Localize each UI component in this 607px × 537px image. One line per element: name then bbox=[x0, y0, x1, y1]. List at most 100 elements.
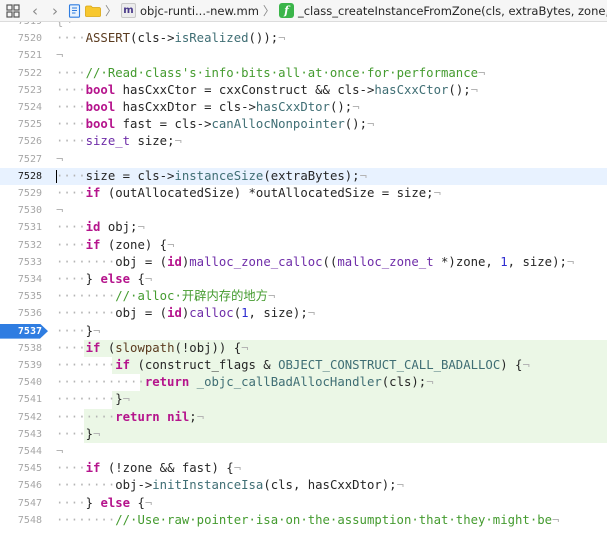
line-number[interactable]: 7535 bbox=[0, 288, 44, 305]
code-line[interactable]: 7540 ············return _objc_callBadAllo… bbox=[0, 374, 607, 392]
code-token: (); bbox=[329, 100, 353, 114]
code-line[interactable]: 7529 ····if (outAllocatedSize) *outAlloca… bbox=[0, 185, 607, 202]
line-number[interactable]: 7541 bbox=[0, 391, 44, 408]
source-editor[interactable]: 7519{¬7520····ASSERT(cls->isRealized());… bbox=[0, 22, 607, 537]
code-token: isRealized bbox=[174, 31, 249, 46]
code-token: ¬ bbox=[433, 186, 441, 200]
line-number[interactable]: 7520 bbox=[0, 30, 44, 47]
line-number[interactable]: 7522 bbox=[0, 65, 44, 82]
code-token: (outAllocatedSize) *outAllocatedSize = s… bbox=[100, 186, 434, 200]
code-token: instanceSize bbox=[174, 168, 264, 183]
breadcrumb-function[interactable]: f _class_createInstanceFromZone(cls, ext… bbox=[278, 0, 607, 21]
code-line[interactable]: 7542 ········return nil;¬ bbox=[0, 408, 607, 426]
code-line[interactable]: 7534 ····} else {¬ bbox=[0, 271, 607, 288]
line-number[interactable]: 7527 bbox=[0, 151, 44, 168]
code-line[interactable]: 7532 ····if (zone) {¬ bbox=[0, 237, 607, 254]
code-token: } bbox=[85, 323, 94, 338]
related-items-button[interactable] bbox=[0, 0, 20, 21]
code-text: ¬ bbox=[56, 202, 63, 219]
code-token: (( bbox=[322, 254, 338, 269]
line-number[interactable]: 7548 bbox=[0, 512, 44, 529]
code-token: { bbox=[130, 272, 145, 286]
back-chevron-icon[interactable]: ‹ bbox=[32, 0, 38, 21]
line-number[interactable]: 7544 bbox=[0, 443, 44, 460]
line-number[interactable]: 7546 bbox=[0, 477, 44, 494]
code-line[interactable]: 7520 ····ASSERT(cls->isRealized());¬ bbox=[0, 30, 607, 47]
code-token: ···· bbox=[56, 117, 86, 132]
line-number[interactable]: 7529 bbox=[0, 185, 44, 202]
line-number[interactable]: 7542 bbox=[0, 409, 44, 426]
code-line[interactable]: 7544 ¬ bbox=[0, 443, 607, 460]
code-line[interactable]: 7530 ¬ bbox=[0, 202, 607, 219]
code-token: ¬ bbox=[167, 237, 175, 252]
code-token: } bbox=[115, 392, 123, 407]
breadcrumb-project[interactable] bbox=[58, 0, 101, 21]
code-line[interactable]: 7535 ········//·alloc·开辟内存的地方¬ bbox=[0, 288, 607, 305]
code-token: size = cls-> bbox=[85, 168, 175, 183]
code-token: ¬ bbox=[470, 82, 479, 97]
line-number[interactable]: 7530 bbox=[0, 202, 44, 219]
code-token: size; bbox=[130, 134, 175, 149]
code-token: (extraBytes); bbox=[263, 168, 360, 183]
code-token: ¬ bbox=[278, 31, 286, 46]
code-token: { bbox=[130, 495, 145, 510]
line-number[interactable]: 7534 bbox=[0, 271, 44, 288]
line-number[interactable]: 7539 bbox=[0, 357, 44, 374]
code-line[interactable]: 7538 ····if (slowpath(!obj)) {¬ bbox=[0, 339, 607, 357]
line-number[interactable]: 7540 bbox=[0, 374, 44, 391]
code-token: ¬ bbox=[56, 151, 64, 166]
code-line[interactable]: 7539 ········if (construct_flags & OBJECT… bbox=[0, 357, 607, 375]
line-number[interactable]: 7526 bbox=[0, 133, 44, 150]
code-line[interactable]: 7526 ····size_t size;¬ bbox=[0, 133, 607, 150]
code-line[interactable]: 7546 ········obj->initInstanceIsa(cls, ha… bbox=[0, 477, 607, 494]
line-number[interactable]: 7533 bbox=[0, 254, 44, 271]
code-line[interactable]: 7528 ····size = cls->instanceSize(extraBy… bbox=[0, 167, 607, 185]
breadcrumb-file[interactable]: m objc-runti...-new.mm bbox=[121, 0, 259, 21]
line-number[interactable]: 7523 bbox=[0, 82, 44, 99]
code-token: obj; bbox=[100, 220, 138, 235]
line-number[interactable]: 7547 bbox=[0, 495, 44, 512]
jump-bar: ‹ › 〉 m objc-runti...-new.mm 〉 f _class_… bbox=[0, 0, 607, 22]
code-token: ¬ bbox=[566, 254, 575, 269]
code-text: ········//·alloc·开辟内存的地方¬ bbox=[56, 288, 275, 305]
breadcrumb-file-label: objc-runti...-new.mm bbox=[140, 3, 259, 18]
code-line[interactable]: 7531 ····id obj;¬ bbox=[0, 219, 607, 236]
code-line[interactable]: 7545 ····if (!zone && fast) {¬ bbox=[0, 460, 607, 477]
code-token: ¬ bbox=[56, 444, 64, 458]
code-token: ···· bbox=[56, 272, 86, 286]
line-number[interactable]: 7536 bbox=[0, 305, 44, 322]
code-line[interactable]: 7523 ····bool hasCxxCtor = cxxConstruct &… bbox=[0, 82, 607, 99]
line-number[interactable]: 7521 bbox=[0, 47, 44, 64]
code-line[interactable]: 7524 ····bool hasCxxDtor = cls->hasCxxDto… bbox=[0, 99, 607, 116]
code-line[interactable]: 7521 ¬ bbox=[0, 47, 607, 64]
code-line[interactable]: 7547 ····} else {¬ bbox=[0, 495, 607, 512]
code-token: ¬ bbox=[93, 426, 101, 441]
code-line[interactable]: 7541 ········}¬ bbox=[0, 391, 607, 409]
code-token: ¬ bbox=[174, 134, 182, 149]
code-token: ········ bbox=[56, 289, 116, 304]
code-text: ····} else {¬ bbox=[56, 271, 152, 288]
code-text: ········obj->initInstanceIsa(cls, hasCxx… bbox=[56, 477, 404, 494]
line-number[interactable]: 7538 bbox=[0, 340, 44, 357]
code-line[interactable]: 7525 ····bool fast = cls->canAllocNonpoin… bbox=[0, 116, 607, 133]
code-text: ············return _objc_callBadAllocHan… bbox=[56, 374, 434, 391]
code-line[interactable]: 7522 ····//·Read·class's·info·bits·all·at… bbox=[0, 65, 607, 82]
line-number[interactable]: 7525 bbox=[0, 116, 44, 133]
line-number[interactable]: 7543 bbox=[0, 426, 44, 443]
line-number[interactable]: 7519 bbox=[0, 22, 44, 30]
code-line[interactable]: 7543 ····}¬ bbox=[0, 425, 607, 443]
code-line[interactable]: 7548 ········//·Use·raw·pointer·isa·on·th… bbox=[0, 512, 607, 529]
code-line[interactable]: 7537 ····}¬ bbox=[0, 323, 607, 340]
code-line[interactable]: 7533 ········obj = (id)malloc_zone_calloc… bbox=[0, 254, 607, 271]
code-token: ) { bbox=[500, 358, 523, 372]
line-number[interactable]: 7531 bbox=[0, 219, 44, 236]
code-line[interactable]: 7519 {¬ bbox=[0, 22, 607, 30]
line-number[interactable]: 7532 bbox=[0, 237, 44, 254]
line-number[interactable]: 7545 bbox=[0, 460, 44, 477]
code-line[interactable]: 7536 ········obj = (id)calloc(1, size);¬ bbox=[0, 305, 607, 322]
code-line[interactable]: 7527 ¬ bbox=[0, 151, 607, 168]
line-number[interactable]: 7537 bbox=[0, 323, 44, 340]
code-text: ¬ bbox=[56, 151, 63, 168]
line-number[interactable]: 7528 bbox=[0, 168, 44, 185]
line-number[interactable]: 7524 bbox=[0, 99, 44, 116]
